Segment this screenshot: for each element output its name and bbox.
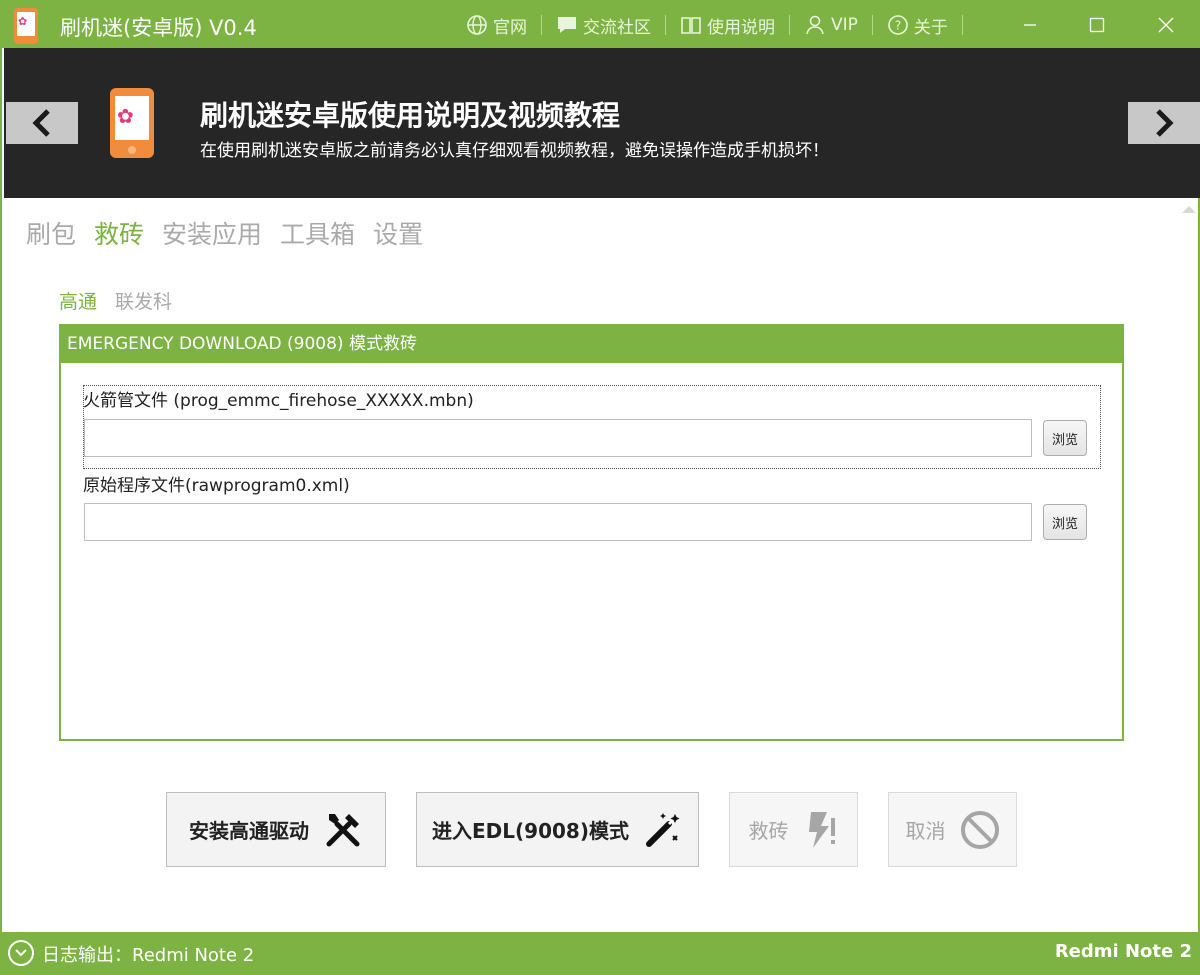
banner-next-button[interactable] — [1128, 102, 1200, 144]
log-output-text: 日志输出：Redmi Note 2 — [42, 945, 255, 966]
tab-install-app[interactable]: 安装应用 — [162, 215, 262, 251]
magic-wand-icon — [645, 812, 680, 847]
close-button[interactable] — [1142, 2, 1190, 48]
tools-icon — [326, 813, 360, 846]
maximize-button[interactable] — [1073, 2, 1121, 48]
minimize-button[interactable] — [1006, 2, 1054, 48]
firehose-file-input[interactable] — [84, 419, 1032, 457]
menu-official-site-label: 官网 — [493, 17, 527, 38]
subtab-qualcomm[interactable]: 高通 — [59, 287, 97, 314]
title-bar: ✿ 刷机迷(安卓版) V0.4 官网 交流社区 使用说明 VIP ? 关于 — [2, 2, 1200, 48]
scroll-up-arrow-icon[interactable] — [1182, 206, 1196, 213]
sub-tabs: 高通 联发科 — [59, 287, 172, 314]
cancel-label: 取消 — [905, 819, 946, 843]
book-icon — [681, 17, 701, 34]
menu-vip-label: VIP — [831, 15, 858, 35]
chevron-right-icon — [1156, 109, 1174, 137]
subtab-mediatek[interactable]: 联发科 — [115, 287, 172, 314]
banner: ✿ 刷机迷安卓版使用说明及视频教程 在使用刷机迷安卓版之前请务必认真仔细观看视频… — [4, 48, 1200, 198]
panel-header: EMERGENCY DOWNLOAD (9008) 模式救砖 — [61, 326, 1122, 363]
rawprogram-browse-button[interactable]: 浏览 — [1043, 504, 1087, 540]
rawprogram-file-input[interactable] — [84, 503, 1032, 541]
cancel-icon — [960, 810, 999, 849]
user-icon — [806, 15, 824, 35]
menu-manual[interactable]: 使用说明 — [680, 13, 775, 38]
chevron-left-icon — [32, 109, 50, 137]
phone-logo-icon: ✿ — [110, 88, 154, 158]
firehose-file-label: 火箭管文件 (prog_emmc_firehose_XXXXX.mbn) — [83, 391, 474, 411]
menu-vip[interactable]: VIP — [804, 14, 858, 36]
log-toggle-button[interactable] — [8, 940, 34, 966]
globe-icon — [467, 15, 487, 35]
main-tabs: 刷包 救砖 安装应用 工具箱 设置 — [26, 215, 423, 251]
tab-unbrick[interactable]: 救砖 — [94, 215, 144, 251]
tab-flash[interactable]: 刷包 — [26, 215, 76, 251]
banner-prev-button[interactable] — [6, 102, 78, 144]
app-title: 刷机迷(安卓版) V0.4 — [60, 16, 257, 40]
menu-official-site[interactable]: 官网 — [466, 13, 527, 38]
unbrick-label: 救砖 — [748, 819, 789, 843]
edl-panel: EMERGENCY DOWNLOAD (9008) 模式救砖 火箭管文件 (pr… — [59, 324, 1124, 741]
firehose-browse-button[interactable]: 浏览 — [1043, 420, 1087, 456]
help-icon: ? — [888, 15, 908, 35]
banner-title[interactable]: 刷机迷安卓版使用说明及视频教程 — [200, 94, 620, 134]
chat-icon — [558, 17, 576, 33]
flash-alert-icon — [808, 811, 835, 848]
unbrick-button[interactable]: 救砖 — [729, 792, 858, 867]
status-bar: 日志输出：Redmi Note 2 Redmi Note 2 — [0, 932, 1200, 975]
maximize-icon — [1089, 17, 1105, 33]
install-driver-label: 安装高通驱动 — [189, 819, 309, 843]
menu-manual-label: 使用说明 — [707, 17, 775, 38]
chevron-down-icon — [15, 949, 27, 957]
app-phone-icon: ✿ — [14, 8, 38, 44]
banner-subtitle: 在使用刷机迷安卓版之前请务必认真仔细观看视频教程，避免误操作造成手机损坏！ — [200, 141, 829, 161]
tab-settings[interactable]: 设置 — [373, 215, 423, 251]
enter-edl-label: 进入EDL(9008)模式 — [432, 819, 629, 843]
menu-community[interactable]: 交流社区 — [556, 13, 651, 38]
enter-edl-mode-button[interactable]: 进入EDL(9008)模式 — [416, 792, 699, 867]
svg-text:?: ? — [895, 19, 901, 33]
install-qualcomm-driver-button[interactable]: 安装高通驱动 — [166, 792, 386, 867]
tab-toolbox[interactable]: 工具箱 — [280, 215, 355, 251]
menu-about[interactable]: ? 关于 — [887, 13, 948, 38]
rawprogram-file-label: 原始程序文件(rawprogram0.xml) — [83, 476, 350, 496]
menu-about-label: 关于 — [913, 17, 948, 38]
app-window: ✿ 刷机迷(安卓版) V0.4 官网 交流社区 使用说明 VIP ? 关于 ✿ … — [0, 0, 1200, 975]
title-menu: 官网 交流社区 使用说明 VIP ? 关于 — [466, 2, 977, 48]
device-name: Redmi Note 2 — [1054, 941, 1192, 962]
cancel-button[interactable]: 取消 — [888, 792, 1017, 867]
minimize-icon — [1024, 24, 1036, 26]
menu-community-label: 交流社区 — [583, 17, 651, 38]
close-icon — [1158, 17, 1174, 33]
